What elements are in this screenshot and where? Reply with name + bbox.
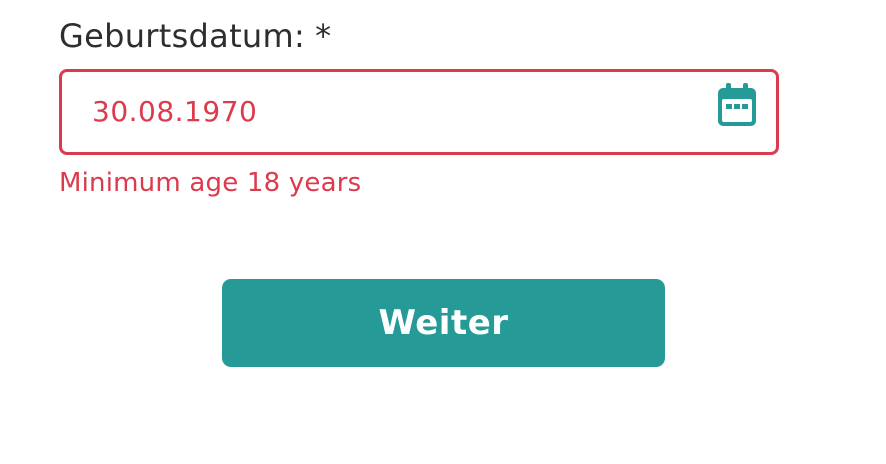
birthdate-label: Geburtsdatum: *	[59, 14, 331, 58]
weiter-button[interactable]: Weiter	[222, 279, 665, 367]
birthdate-field[interactable]	[59, 69, 779, 155]
required-marker: *	[315, 17, 332, 55]
calendar-icon[interactable]	[716, 81, 758, 129]
birthdate-error-message: Minimum age 18 years	[59, 168, 362, 198]
birthdate-input[interactable]	[92, 90, 692, 134]
birthdate-label-text: Geburtsdatum:	[59, 17, 306, 55]
form-page: Geburtsdatum:* Minimum age 18 years Weit…	[0, 0, 886, 464]
